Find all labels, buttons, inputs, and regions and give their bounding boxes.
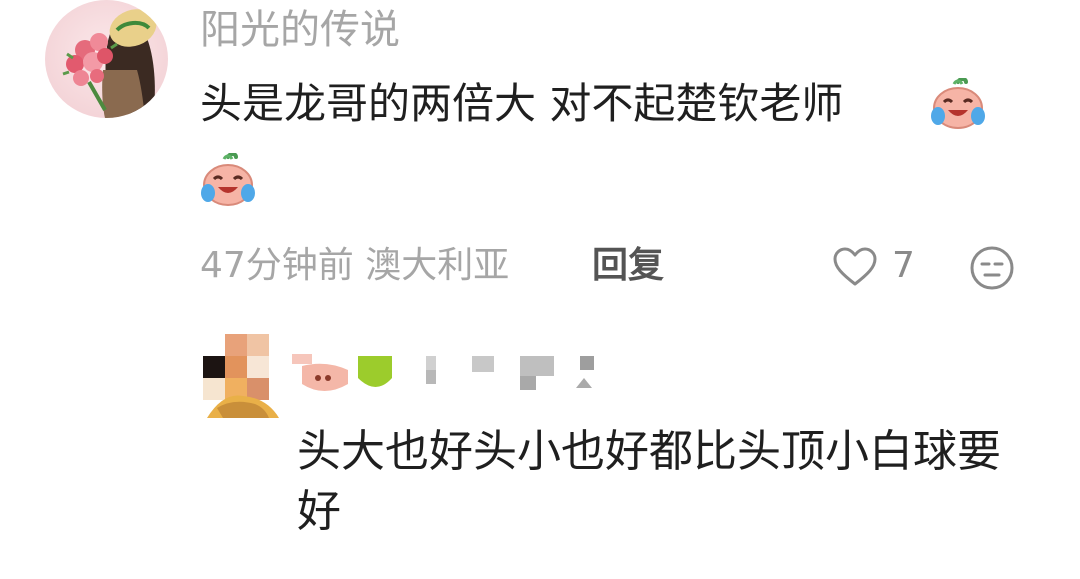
crying-laughing-emoji-icon <box>200 152 256 207</box>
commenter-avatar[interactable] <box>45 0 168 118</box>
like-count: 7 <box>892 245 915 286</box>
comment-time-location: 47分钟前 澳大利亚 <box>200 245 510 286</box>
reply-avatar[interactable] <box>203 334 280 418</box>
crying-laughing-emoji-icon <box>930 77 986 130</box>
reply-button[interactable]: 回复 <box>592 244 664 288</box>
dislike-face-icon[interactable] <box>968 244 1016 292</box>
heart-icon[interactable] <box>832 246 878 288</box>
comment-text: 头是龙哥的两倍大 对不起楚钦老师 <box>200 79 844 128</box>
comment-username[interactable]: 阳光的传说 <box>200 6 400 54</box>
reply-username-censored[interactable] <box>292 352 612 396</box>
reply-text: 头大也好头小也好都比头顶小白球要好 <box>297 426 1001 537</box>
